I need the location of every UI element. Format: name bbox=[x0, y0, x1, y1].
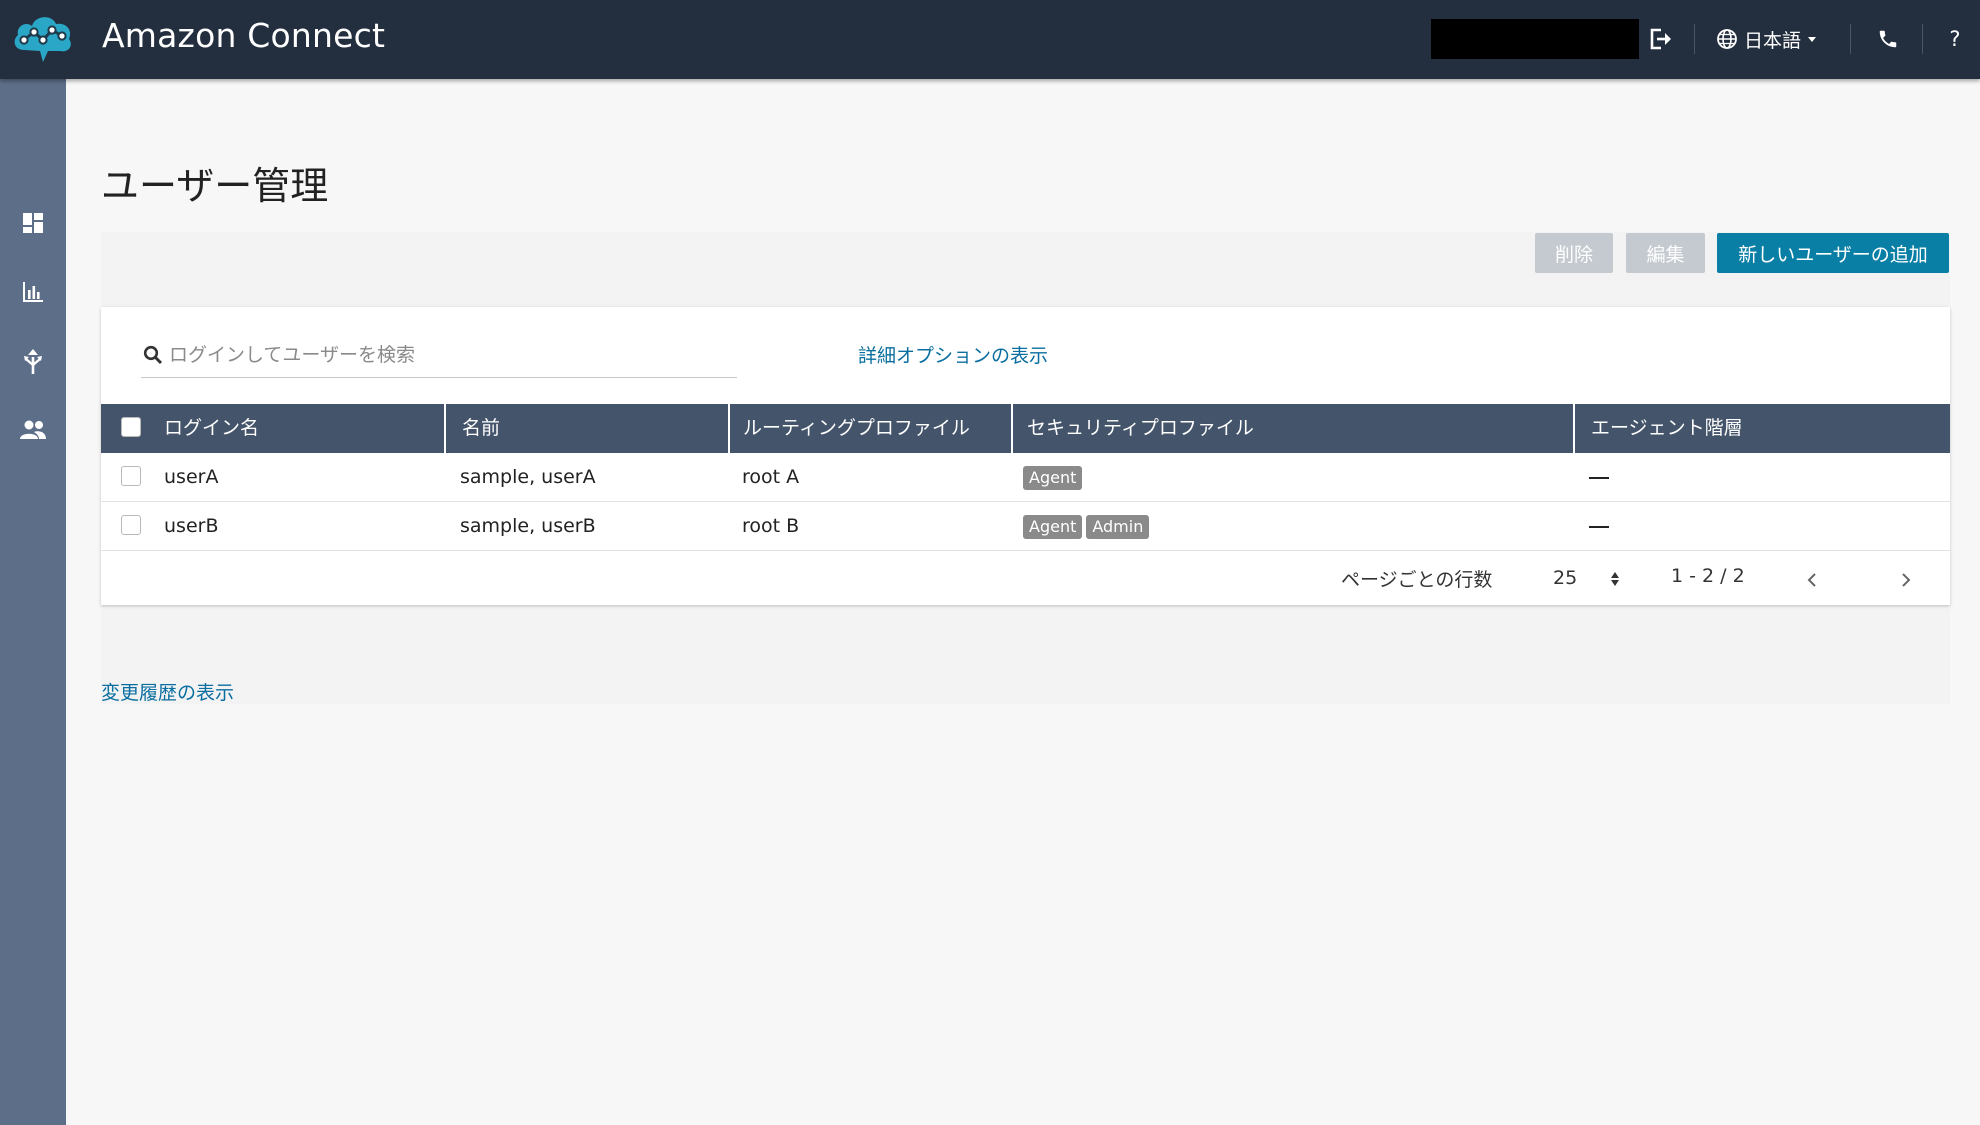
cell-name: sample, userB bbox=[460, 515, 596, 537]
users-card: 詳細オプションの表示 ログイン名 名前 ルーティングプロファイル セキュリティプ… bbox=[101, 307, 1950, 605]
cell-login: userB bbox=[164, 515, 219, 537]
cell-security-profile: Agent bbox=[1023, 453, 1086, 502]
add-user-button[interactable]: 新しいユーザーの追加 bbox=[1717, 233, 1949, 273]
cell-agent-hierarchy bbox=[1589, 453, 1609, 502]
pagination-range: 1 - 2 / 2 bbox=[1671, 565, 1745, 587]
globe-icon bbox=[1717, 29, 1737, 49]
security-badge: Admin bbox=[1086, 514, 1150, 539]
page-title: ユーザー管理 bbox=[101, 164, 329, 209]
sort-updown-icon[interactable] bbox=[1609, 569, 1621, 589]
search-box bbox=[141, 335, 737, 378]
redacted-user-name bbox=[1431, 19, 1639, 59]
rows-per-page-label: ページごとの行数 bbox=[1341, 569, 1493, 591]
logout-button[interactable] bbox=[1644, 22, 1680, 56]
topbar-divider bbox=[1922, 24, 1923, 54]
cell-agent-hierarchy bbox=[1589, 502, 1609, 551]
table-row[interactable]: userB sample, userB root B Agent Admin bbox=[101, 502, 1950, 551]
search-icon bbox=[143, 345, 163, 365]
column-header-login[interactable]: ログイン名 bbox=[101, 404, 446, 453]
table-row[interactable]: userA sample, userA root A Agent bbox=[101, 453, 1950, 502]
routing-icon bbox=[24, 349, 42, 374]
chevron-right-icon[interactable] bbox=[1895, 569, 1917, 591]
rows-per-page-select[interactable]: 25 bbox=[1553, 567, 1577, 589]
hierarchy-empty-dash bbox=[1589, 525, 1609, 528]
language-label: 日本語 bbox=[1744, 29, 1802, 52]
phone-icon bbox=[1879, 30, 1897, 48]
amazon-connect-logo-icon[interactable] bbox=[10, 6, 76, 66]
hierarchy-empty-dash bbox=[1589, 476, 1609, 479]
column-header-name[interactable]: 名前 bbox=[446, 404, 730, 453]
security-badge: Agent bbox=[1023, 514, 1083, 539]
advanced-options-link[interactable]: 詳細オプションの表示 bbox=[858, 341, 1048, 368]
sidebar bbox=[0, 79, 66, 1125]
column-header-routing-profile[interactable]: ルーティングプロファイル bbox=[730, 404, 1013, 453]
delete-button[interactable]: 削除 bbox=[1535, 233, 1613, 273]
topbar-divider bbox=[1850, 24, 1851, 54]
sidebar-item-users[interactable] bbox=[0, 404, 66, 456]
cell-security-profile: Agent Admin bbox=[1023, 502, 1153, 551]
column-header-agent-hierarchy[interactable]: エージェント階層 bbox=[1575, 404, 1950, 453]
cell-name: sample, userA bbox=[460, 466, 596, 488]
search-input[interactable] bbox=[169, 335, 729, 375]
row-checkbox[interactable] bbox=[121, 466, 141, 486]
top-bar: Amazon Connect 日本語 ? bbox=[0, 0, 1980, 79]
metrics-icon bbox=[23, 282, 43, 302]
language-select[interactable]: 日本語 bbox=[1716, 22, 1828, 56]
users-icon bbox=[20, 420, 46, 439]
caret-down-icon bbox=[1808, 37, 1817, 42]
app-title: Amazon Connect bbox=[102, 16, 386, 55]
edit-button[interactable]: 編集 bbox=[1626, 233, 1705, 273]
column-header-security-profile[interactable]: セキュリティプロファイル bbox=[1013, 404, 1575, 453]
logout-icon bbox=[1650, 28, 1671, 50]
help-button[interactable]: ? bbox=[1940, 22, 1970, 56]
sidebar-item-routing[interactable] bbox=[0, 335, 66, 387]
sidebar-item-metrics[interactable] bbox=[0, 266, 66, 318]
cell-login: userA bbox=[164, 466, 219, 488]
change-history-link[interactable]: 変更履歴の表示 bbox=[101, 678, 234, 705]
topbar-divider bbox=[1694, 24, 1695, 54]
dashboard-icon bbox=[23, 213, 43, 233]
cell-routing-profile: root A bbox=[742, 466, 800, 488]
phone-button[interactable] bbox=[1870, 22, 1906, 56]
row-checkbox[interactable] bbox=[121, 515, 141, 535]
cell-routing-profile: root B bbox=[742, 515, 800, 537]
select-all-checkbox[interactable] bbox=[121, 417, 141, 437]
security-badge: Agent bbox=[1023, 465, 1083, 490]
table-header: ログイン名 名前 ルーティングプロファイル セキュリティプロファイル エージェン… bbox=[101, 404, 1950, 453]
sidebar-item-dashboard[interactable] bbox=[0, 197, 66, 249]
help-label: ? bbox=[1949, 27, 1961, 51]
chevron-left-icon[interactable] bbox=[1801, 569, 1823, 591]
